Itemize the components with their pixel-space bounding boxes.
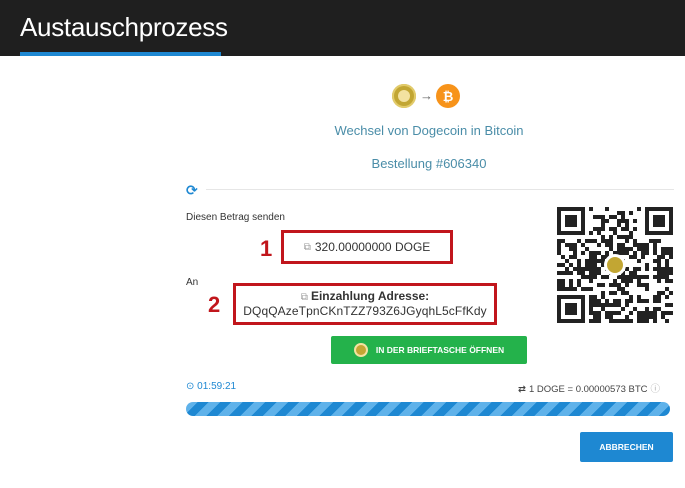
open-in-wallet-button[interactable]: IN DER BRIEFTASCHE ÖFFNEN (331, 336, 527, 364)
qr-dogecoin-logo-icon (604, 254, 626, 276)
deposit-address-title: ⧉ Einzahlung Adresse: (236, 289, 494, 303)
swap-icon: ⇄ (518, 384, 526, 395)
progress-bar (186, 402, 670, 416)
arrow-right-icon: → (420, 88, 433, 103)
amount-field[interactable]: ⧉ 320.00000000 DOGE (281, 230, 453, 264)
order-number: Bestellung #606340 (371, 156, 487, 171)
countdown-timer: ⊙ 01:59:21 (186, 381, 236, 392)
page-title: Austauschprozess (20, 12, 228, 42)
to-label: An (186, 277, 199, 288)
timer-value: 01:59:21 (197, 381, 237, 392)
clock-icon: ⊙ (186, 381, 195, 392)
qr-code (557, 207, 673, 323)
amount-value: 320.00000000 DOGE (314, 240, 431, 254)
send-amount-label: Diesen Betrag senden (186, 212, 285, 223)
open-in-wallet-label: IN DER BRIEFTASCHE ÖFFNEN (375, 345, 505, 355)
dogecoin-icon (392, 84, 416, 108)
deposit-address-label: Einzahlung Adresse: (310, 289, 430, 303)
cancel-button[interactable]: ABBRECHEN (580, 432, 673, 462)
info-icon[interactable]: ⓘ (651, 384, 661, 395)
copy-icon[interactable]: ⧉ (301, 292, 308, 303)
divider (206, 189, 674, 190)
exchange-title: Wechsel von Dogecoin in Bitcoin (334, 123, 524, 138)
exchange-rate: ⇄ 1 DOGE = 0.00000573 BTC ⓘ (518, 381, 660, 395)
dogecoin-icon (353, 343, 368, 357)
bitcoin-icon: ₿ (436, 84, 460, 108)
rate-value: 1 DOGE = 0.00000573 BTC (528, 384, 648, 395)
refresh-icon[interactable]: ⟳ (186, 182, 198, 199)
title-underline (20, 52, 221, 56)
copy-icon[interactable]: ⧉ (304, 242, 311, 253)
deposit-address-field[interactable]: ⧉ Einzahlung Adresse: DQqQAzeTpnCKnTZZ793… (233, 283, 497, 325)
annotation-marker-2: 2 (208, 292, 221, 317)
coin-pair: → ₿ (392, 84, 464, 110)
annotation-marker-1: 1 (260, 236, 273, 261)
deposit-address-value: DQqQAzeTpnCKnTZZ793Z6JGyqhL5cFfKdy (243, 304, 487, 318)
top-bar: Austauschprozess (0, 0, 685, 56)
